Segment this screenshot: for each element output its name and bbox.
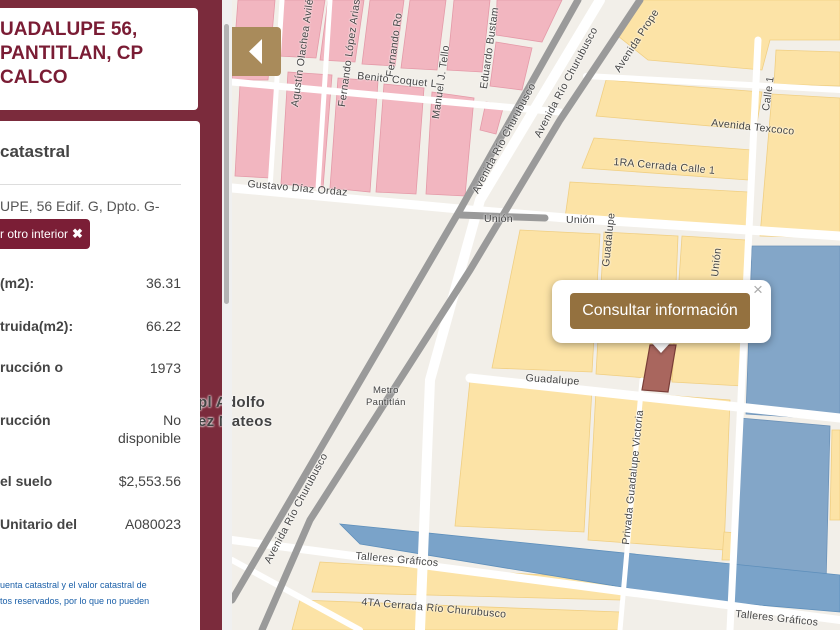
collapse-panel-button[interactable] — [232, 27, 281, 76]
commercial-block — [759, 93, 840, 239]
street-label: Unión — [484, 213, 513, 225]
row-label-construction: rucción — [0, 412, 51, 428]
row-value-unit-value: A080023 — [124, 516, 181, 532]
row-value-construction: No disponible — [117, 412, 181, 446]
row-label-built-area: truida(m2): — [0, 318, 74, 334]
property-address: UPE, 56 Edif. G, Dpto. G- — [0, 198, 160, 214]
commercial-block — [829, 429, 840, 521]
other-interior-button[interactable]: r otro interior ✖ — [0, 219, 90, 249]
metro-station-label: Metro Pantitlán — [366, 385, 406, 408]
address-card: UADALUPE 56, PANTITLAN, CP CALCO — [0, 8, 198, 110]
footnote: uenta catastral y el valor catastral de … — [0, 577, 190, 609]
sidebar-scrollbar-thumb[interactable] — [224, 24, 229, 304]
address-title: UADALUPE 56, PANTITLAN, CP CALCO — [0, 19, 144, 88]
chevron-left-icon — [249, 39, 262, 64]
close-x-icon: ✖ — [72, 226, 83, 241]
footnote-line: uenta catastral y el valor catastral de — [0, 580, 147, 590]
details-heading: catastral — [0, 142, 70, 161]
row-value-construction-year: 1973 — [149, 360, 181, 376]
district-label: pl Adolfo ez Mateos — [198, 394, 273, 430]
commercial-block — [773, 49, 840, 87]
row-value-built-area: 66.22 — [145, 318, 181, 334]
row-value-area: 36.31 — [145, 275, 181, 291]
popup-close-icon[interactable]: × — [753, 280, 763, 300]
street-label: Unión — [566, 214, 595, 226]
parcel-popup: Consultar información × — [552, 280, 771, 343]
row-label-area: (m2): — [0, 275, 35, 291]
industrial-block — [733, 417, 831, 585]
row-value-land-value: $2,553.56 — [118, 473, 181, 489]
row-label-unit-value: Unitario del — [0, 516, 78, 532]
row-label-land-value: el suelo — [0, 473, 53, 489]
commercial-block — [587, 389, 731, 551]
footnote-line: tos reservados, por lo que no pueden — [0, 596, 150, 606]
consult-info-button[interactable]: Consultar información — [570, 293, 750, 329]
commercial-block — [454, 379, 593, 533]
row-label-construction-year: rucción o — [0, 359, 64, 375]
popup-pointer — [651, 342, 671, 353]
property-details-card: catastral UPE, 56 Edif. G, Dpto. G- r ot… — [0, 121, 200, 630]
other-interior-label: r otro interior — [0, 227, 69, 241]
divider — [0, 184, 181, 185]
